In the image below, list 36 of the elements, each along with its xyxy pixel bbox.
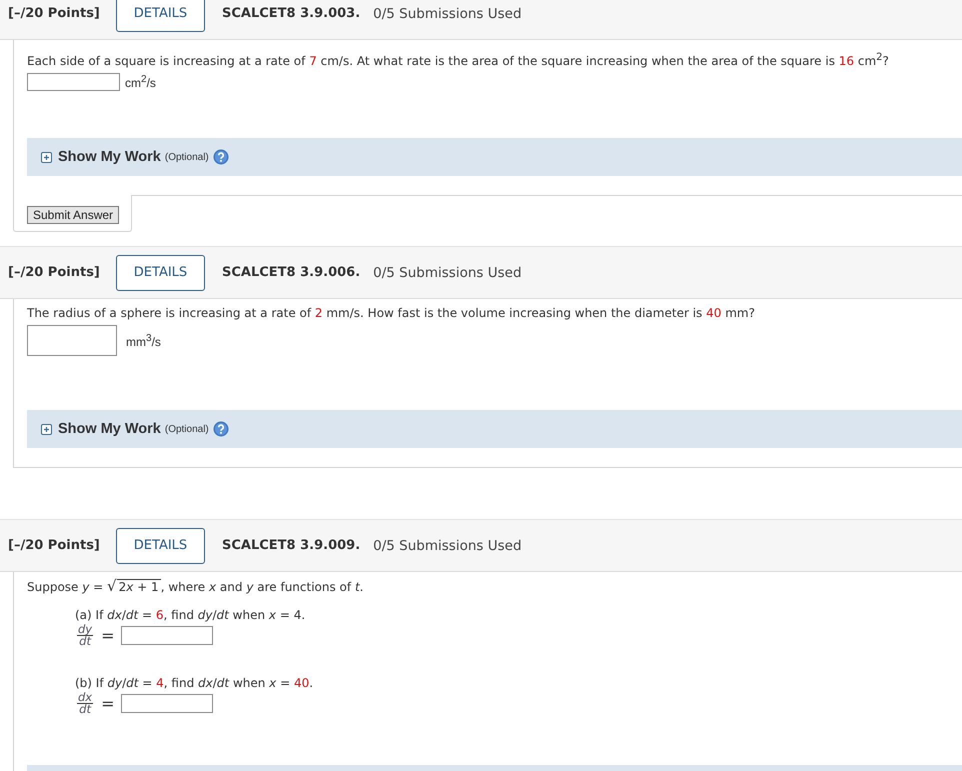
problem-code: SCALCET8 3.9.009. (222, 538, 360, 553)
optional-note: (Optional) (164, 424, 209, 434)
submit-button[interactable]: Submit Answer (27, 206, 120, 224)
show-work-toggle[interactable]: Show My Work (58, 149, 161, 165)
details-button[interactable]: DETAILS (116, 0, 205, 32)
expand-icon[interactable] (41, 152, 52, 162)
help-icon[interactable] (212, 149, 229, 165)
question-text: Each side of a square is increasing at a rate of 7 cm/s. At what rate is the area of the square increasing when the area of the square is 16 cm$^{2}$? (27, 51, 890, 69)
submissions-label: 0/5 Submissions Used (373, 264, 522, 280)
equals-sign: = (101, 694, 115, 713)
answer-field[interactable] (27, 73, 120, 91)
submissions-label: 0/5 Submissions Used (373, 6, 522, 22)
expand-icon[interactable] (41, 424, 52, 434)
unit-label: cm$^{2}$/s (125, 74, 156, 90)
unit-label: mm$^{3}$/s (126, 332, 161, 348)
points-label: [–/20 Points] (8, 538, 101, 553)
question-text: The radius of a sphere is increasing at a rate of 2 mm/s. How fast is the volume increasing when the diameter is 40 mm? (27, 305, 756, 321)
derivative-fraction: dx dt (76, 692, 94, 715)
points-label: [–/20 Points] (8, 265, 101, 280)
part-question: (b) If dy/dt = 4, find dx/dt when x = 40. (75, 675, 314, 691)
equals-sign: = (101, 626, 115, 645)
derivative-fraction: dy dt (76, 624, 94, 647)
part-question: (a) If dx/dt = 6, find dy/dt when x = 4. (75, 607, 306, 623)
answer-field[interactable] (120, 626, 213, 645)
submissions-label: 0/5 Submissions Used (373, 538, 522, 554)
answer-field[interactable] (120, 694, 213, 713)
show-work-toggle[interactable]: Show My Work (58, 421, 161, 437)
problem-code: SCALCET8 3.9.003. (222, 6, 360, 21)
details-button[interactable]: DETAILS (116, 254, 205, 290)
details-button[interactable]: DETAILS (116, 528, 205, 564)
question-text: Suppose y = √2x + 1 , where x and y are functions of t. (27, 578, 364, 595)
optional-note: (Optional) (164, 152, 209, 162)
answer-field[interactable] (27, 325, 117, 356)
points-label: [–/20 Points] (8, 6, 101, 21)
help-icon[interactable] (212, 421, 229, 437)
problem-code: SCALCET8 3.9.006. (222, 265, 360, 280)
